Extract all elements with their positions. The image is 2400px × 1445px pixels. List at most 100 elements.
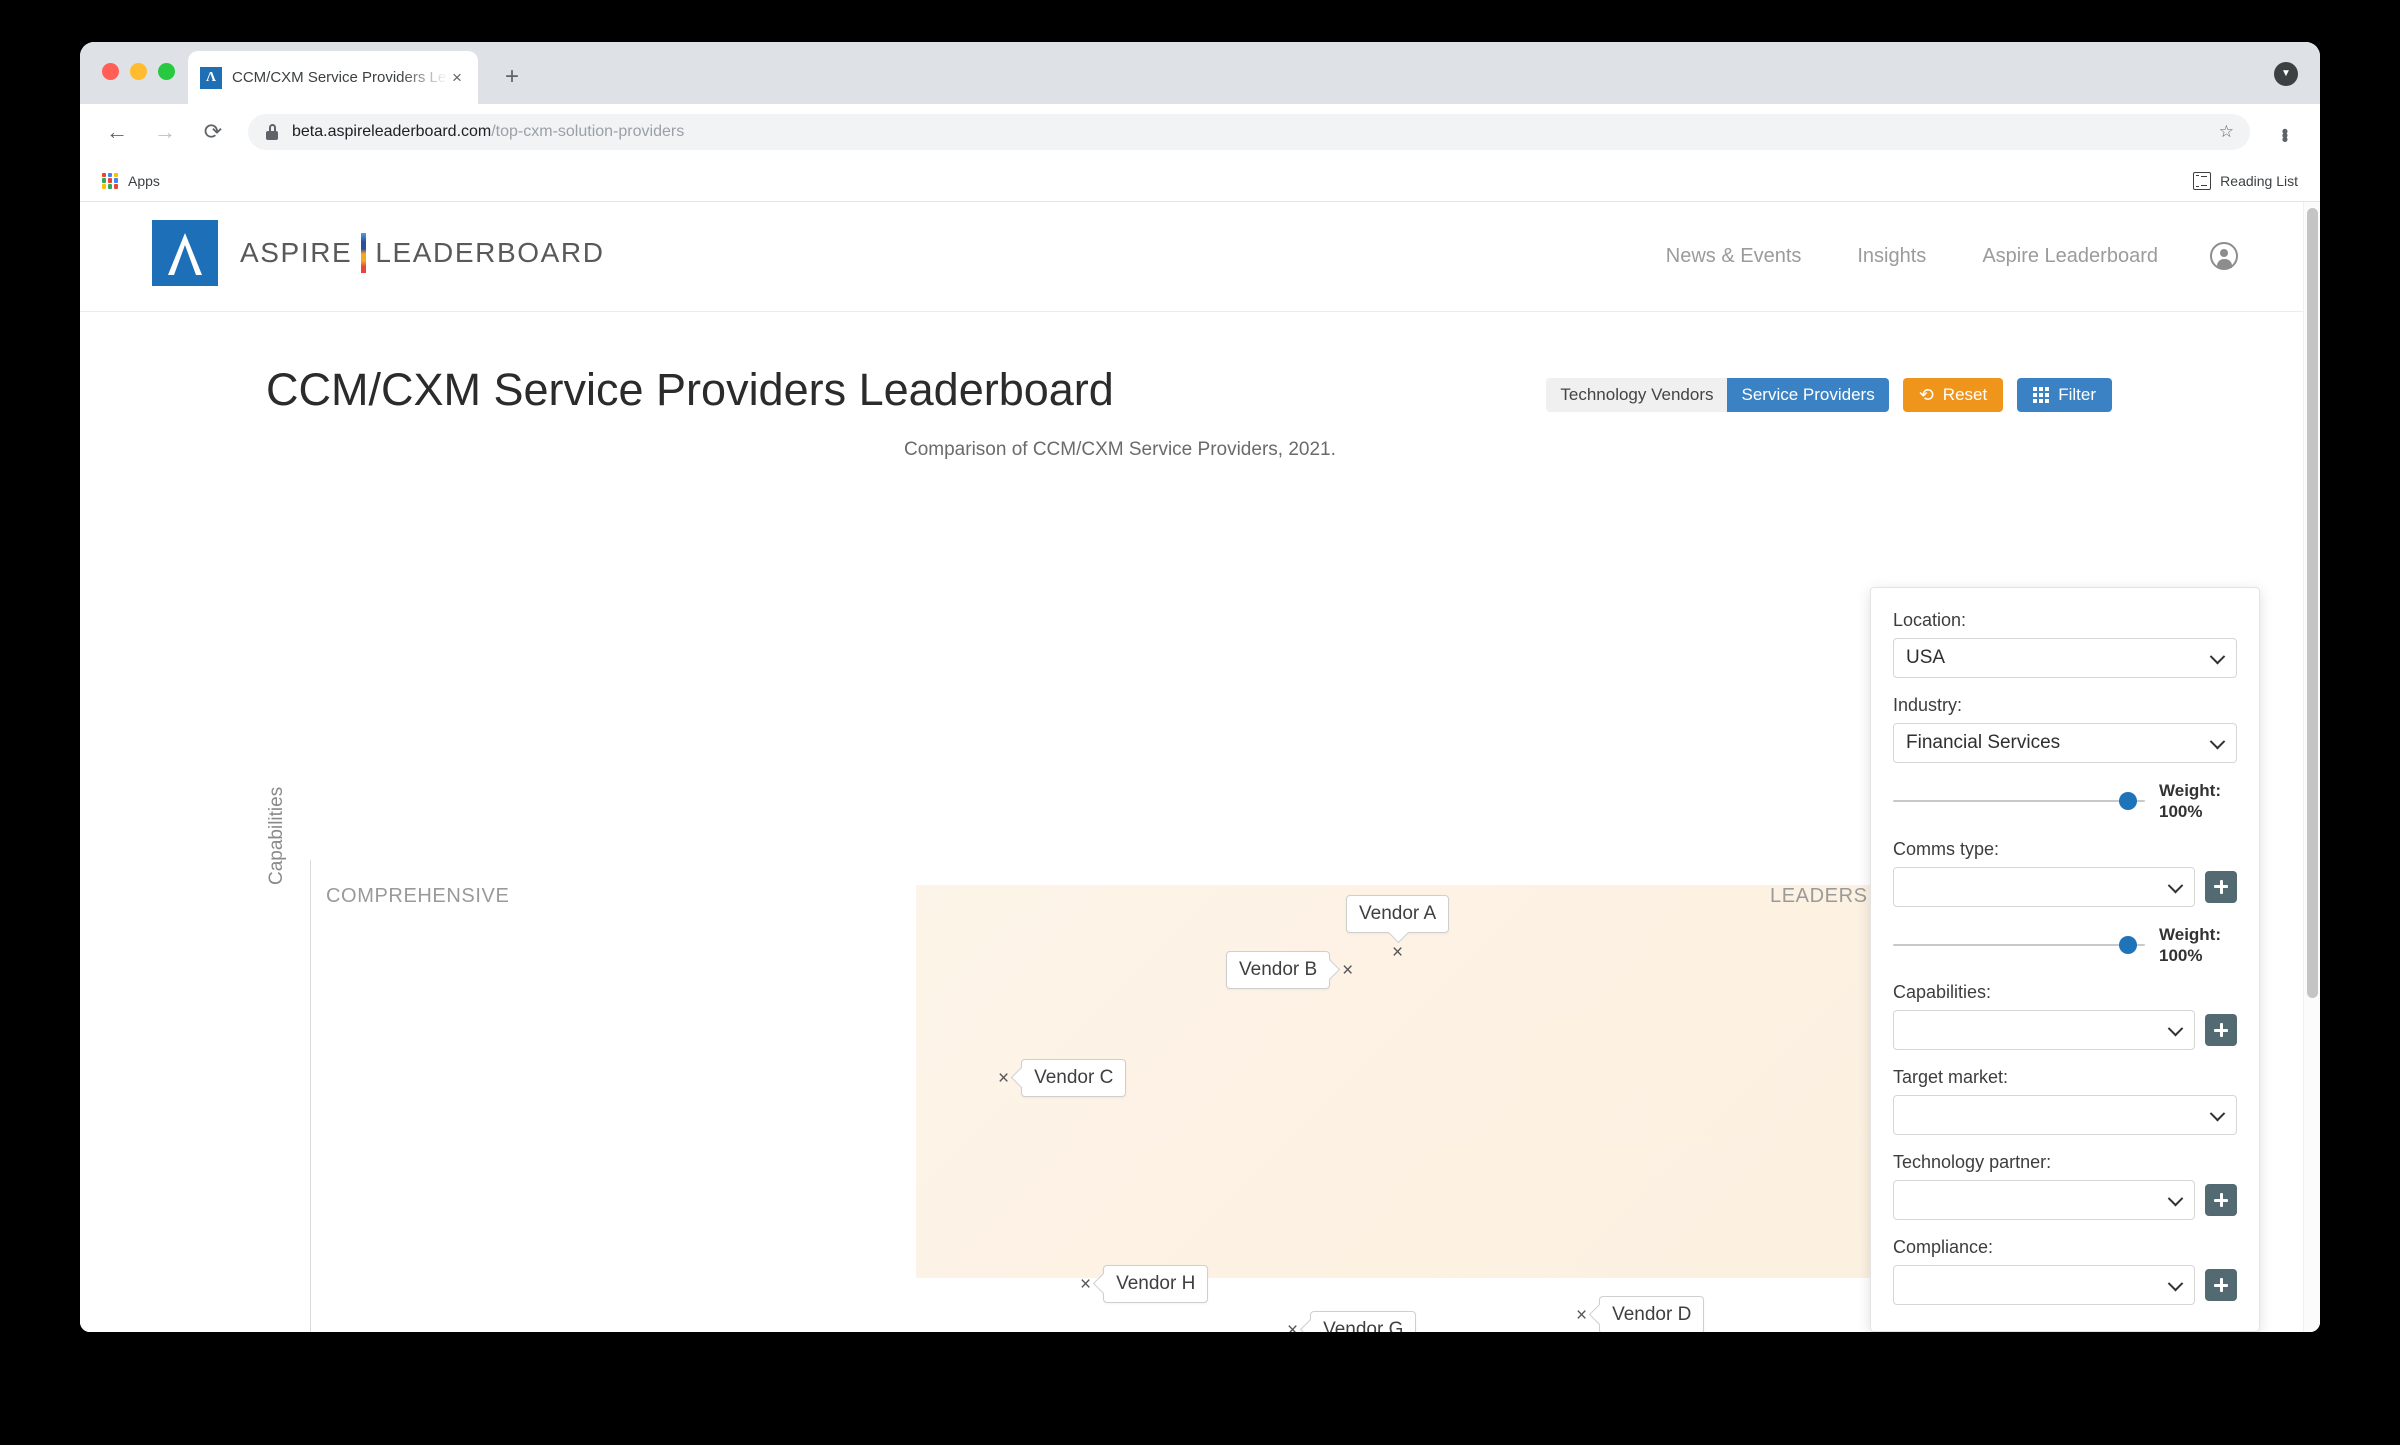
industry-select[interactable]: Financial Services (1893, 723, 2237, 763)
chart-subtitle: Comparison of CCM/CXM Service Providers,… (904, 439, 1336, 460)
page-viewport: ASPIRE LEADERBOARD News & Events Insight… (80, 202, 2320, 1332)
y-axis-label: Capabilities (266, 786, 287, 885)
tab-list-icon[interactable]: ▼ (2274, 62, 2298, 86)
capabilities-select[interactable] (1893, 1010, 2195, 1050)
chevron-down-icon (2167, 1190, 2184, 1207)
nav-item-insights[interactable]: Insights (1857, 245, 1926, 268)
page-scrollbar-thumb[interactable] (2307, 208, 2318, 998)
comms-weight-slider[interactable] (1893, 935, 2145, 954)
address-bar-host: beta.aspireleaderboard.com (292, 123, 492, 140)
new-tab-button[interactable]: + (498, 64, 526, 92)
page-scrollbar[interactable] (2303, 202, 2320, 1332)
maximize-window-button[interactable] (158, 63, 175, 80)
filter-panel: Location: USA Industry: Financial Servic… (1870, 587, 2260, 1332)
add-comms-type-button[interactable] (2205, 870, 2237, 903)
vendor-label-c[interactable]: Vendor C (1021, 1059, 1127, 1097)
vendor-point-a[interactable]: Vendor A × (1346, 895, 1450, 963)
reading-list-button[interactable]: Reading List (2193, 171, 2298, 190)
tab-favicon-icon: Λ (200, 66, 222, 89)
vendor-point-d[interactable]: × Vendor D (1576, 1296, 1705, 1332)
comms-type-label: Comms type: (1893, 838, 2000, 859)
vendor-point-b[interactable]: Vendor B × (1226, 951, 1353, 989)
site-header: ASPIRE LEADERBOARD News & Events Insight… (80, 202, 2320, 312)
industry-weight-text: Weight: 100% (2159, 780, 2237, 823)
refresh-icon: ⟳ (1918, 385, 1934, 405)
vendor-marker-g: × (1287, 1319, 1299, 1333)
browser-toolbar: ← → ⟳ beta.aspireleaderboard.com/top-cxm… (80, 104, 2320, 160)
chevron-down-icon (2167, 1020, 2184, 1037)
aspire-logo-icon (152, 220, 218, 286)
site-nav: News & Events Insights Aspire Leaderboar… (1610, 242, 2238, 270)
apps-shortcut[interactable]: Apps (102, 172, 160, 189)
technology-partner-select[interactable] (1893, 1180, 2195, 1220)
browser-tab[interactable]: Λ CCM/CXM Service Providers Le × (188, 51, 478, 104)
tab-service-providers[interactable]: Service Providers (1727, 378, 1889, 412)
vendor-point-c[interactable]: × Vendor C (998, 1059, 1127, 1097)
slider-track (1893, 943, 2145, 946)
logo-divider-bar (361, 233, 367, 273)
capabilities-label: Capabilities: (1893, 982, 1992, 1002)
chevron-down-icon (2167, 1275, 2184, 1292)
industry-weight-slider[interactable] (1893, 792, 2145, 811)
compliance-select[interactable] (1893, 1265, 2195, 1305)
filter-button-label: Filter (2058, 385, 2096, 404)
tab-title: CCM/CXM Service Providers Le (232, 69, 447, 86)
vendor-marker-d: × (1576, 1304, 1588, 1326)
close-tab-icon[interactable]: × (448, 69, 466, 86)
reset-button[interactable]: ⟳ Reset (1902, 378, 2004, 412)
address-bar[interactable]: beta.aspireleaderboard.com/top-cxm-solut… (248, 114, 2250, 150)
vendor-marker-h: × (1080, 1273, 1092, 1295)
nav-item-news-events[interactable]: News & Events (1666, 245, 1802, 268)
add-technology-partner-button[interactable] (2205, 1184, 2237, 1216)
address-bar-path: /top-cxm-solution-providers (491, 123, 685, 140)
tab-technology-vendors[interactable]: Technology Vendors (1546, 378, 1728, 412)
quadrant-label-comprehensive: COMPREHENSIVE (326, 885, 510, 907)
filter-button[interactable]: Filter (2017, 378, 2112, 412)
browser-menu-icon[interactable]: • • • (2266, 123, 2304, 150)
grid-icon (2033, 387, 2050, 403)
slider-thumb[interactable] (2119, 792, 2137, 811)
comms-weight-value: 100% (2159, 945, 2203, 965)
browser-tab-strip: Λ CCM/CXM Service Providers Le × + ▼ (80, 42, 2320, 104)
vendor-label-b[interactable]: Vendor B (1226, 951, 1331, 989)
bookmark-star-icon[interactable]: ☆ (2219, 122, 2234, 142)
close-window-button[interactable] (102, 63, 119, 80)
title-row: CCM/CXM Service Providers Leaderboard Te… (80, 364, 2320, 424)
account-icon[interactable] (2210, 242, 2238, 270)
compliance-row (1893, 1265, 2237, 1305)
add-capability-button[interactable] (2205, 1014, 2237, 1046)
comms-type-select[interactable] (1893, 866, 2195, 907)
nav-item-aspire-leaderboard[interactable]: Aspire Leaderboard (1982, 245, 2158, 268)
vendor-point-g[interactable]: × Vendor G (1287, 1311, 1417, 1333)
reload-icon[interactable]: ⟳ (196, 115, 230, 149)
industry-select-value: Financial Services (1906, 732, 2061, 753)
target-market-row (1893, 1095, 2237, 1135)
target-market-select[interactable] (1893, 1095, 2237, 1135)
vendor-label-h[interactable]: Vendor H (1103, 1265, 1209, 1303)
add-compliance-button[interactable] (2205, 1269, 2237, 1301)
audience-segmented-control: Technology Vendors Service Providers (1546, 378, 1889, 412)
vendor-label-d[interactable]: Vendor D (1599, 1296, 1705, 1332)
quadrant-label-leaders: LEADERS (1770, 885, 1868, 907)
slider-track (1893, 800, 2145, 803)
location-select-value: USA (1906, 647, 1946, 668)
address-bar-url: beta.aspireleaderboard.com/top-cxm-solut… (292, 123, 684, 141)
vendor-label-g[interactable]: Vendor G (1310, 1311, 1417, 1332)
chevron-down-icon (2209, 1105, 2226, 1122)
back-icon[interactable]: ← (100, 115, 134, 149)
logo-text-aspire: ASPIRE (240, 237, 353, 268)
industry-weight-value: 100% (2159, 802, 2203, 822)
vendor-label-a[interactable]: Vendor A (1346, 895, 1450, 933)
browser-window: Λ CCM/CXM Service Providers Le × + ▼ ← →… (80, 42, 2320, 1332)
comms-weight-row: Weight: 100% (1893, 924, 2237, 967)
location-select[interactable]: USA (1893, 638, 2237, 678)
minimize-window-button[interactable] (130, 63, 147, 80)
vendor-point-h[interactable]: × Vendor H (1080, 1265, 1209, 1303)
site-logo[interactable]: ASPIRE LEADERBOARD (152, 220, 605, 286)
forward-icon[interactable]: → (148, 115, 182, 149)
bookmarks-bar: Apps Reading List (80, 160, 2320, 202)
vendor-marker-a: × (1392, 942, 1404, 963)
slider-thumb[interactable] (2119, 935, 2137, 954)
reading-list-icon (2193, 171, 2212, 190)
industry-label: Industry: (1893, 695, 1963, 715)
